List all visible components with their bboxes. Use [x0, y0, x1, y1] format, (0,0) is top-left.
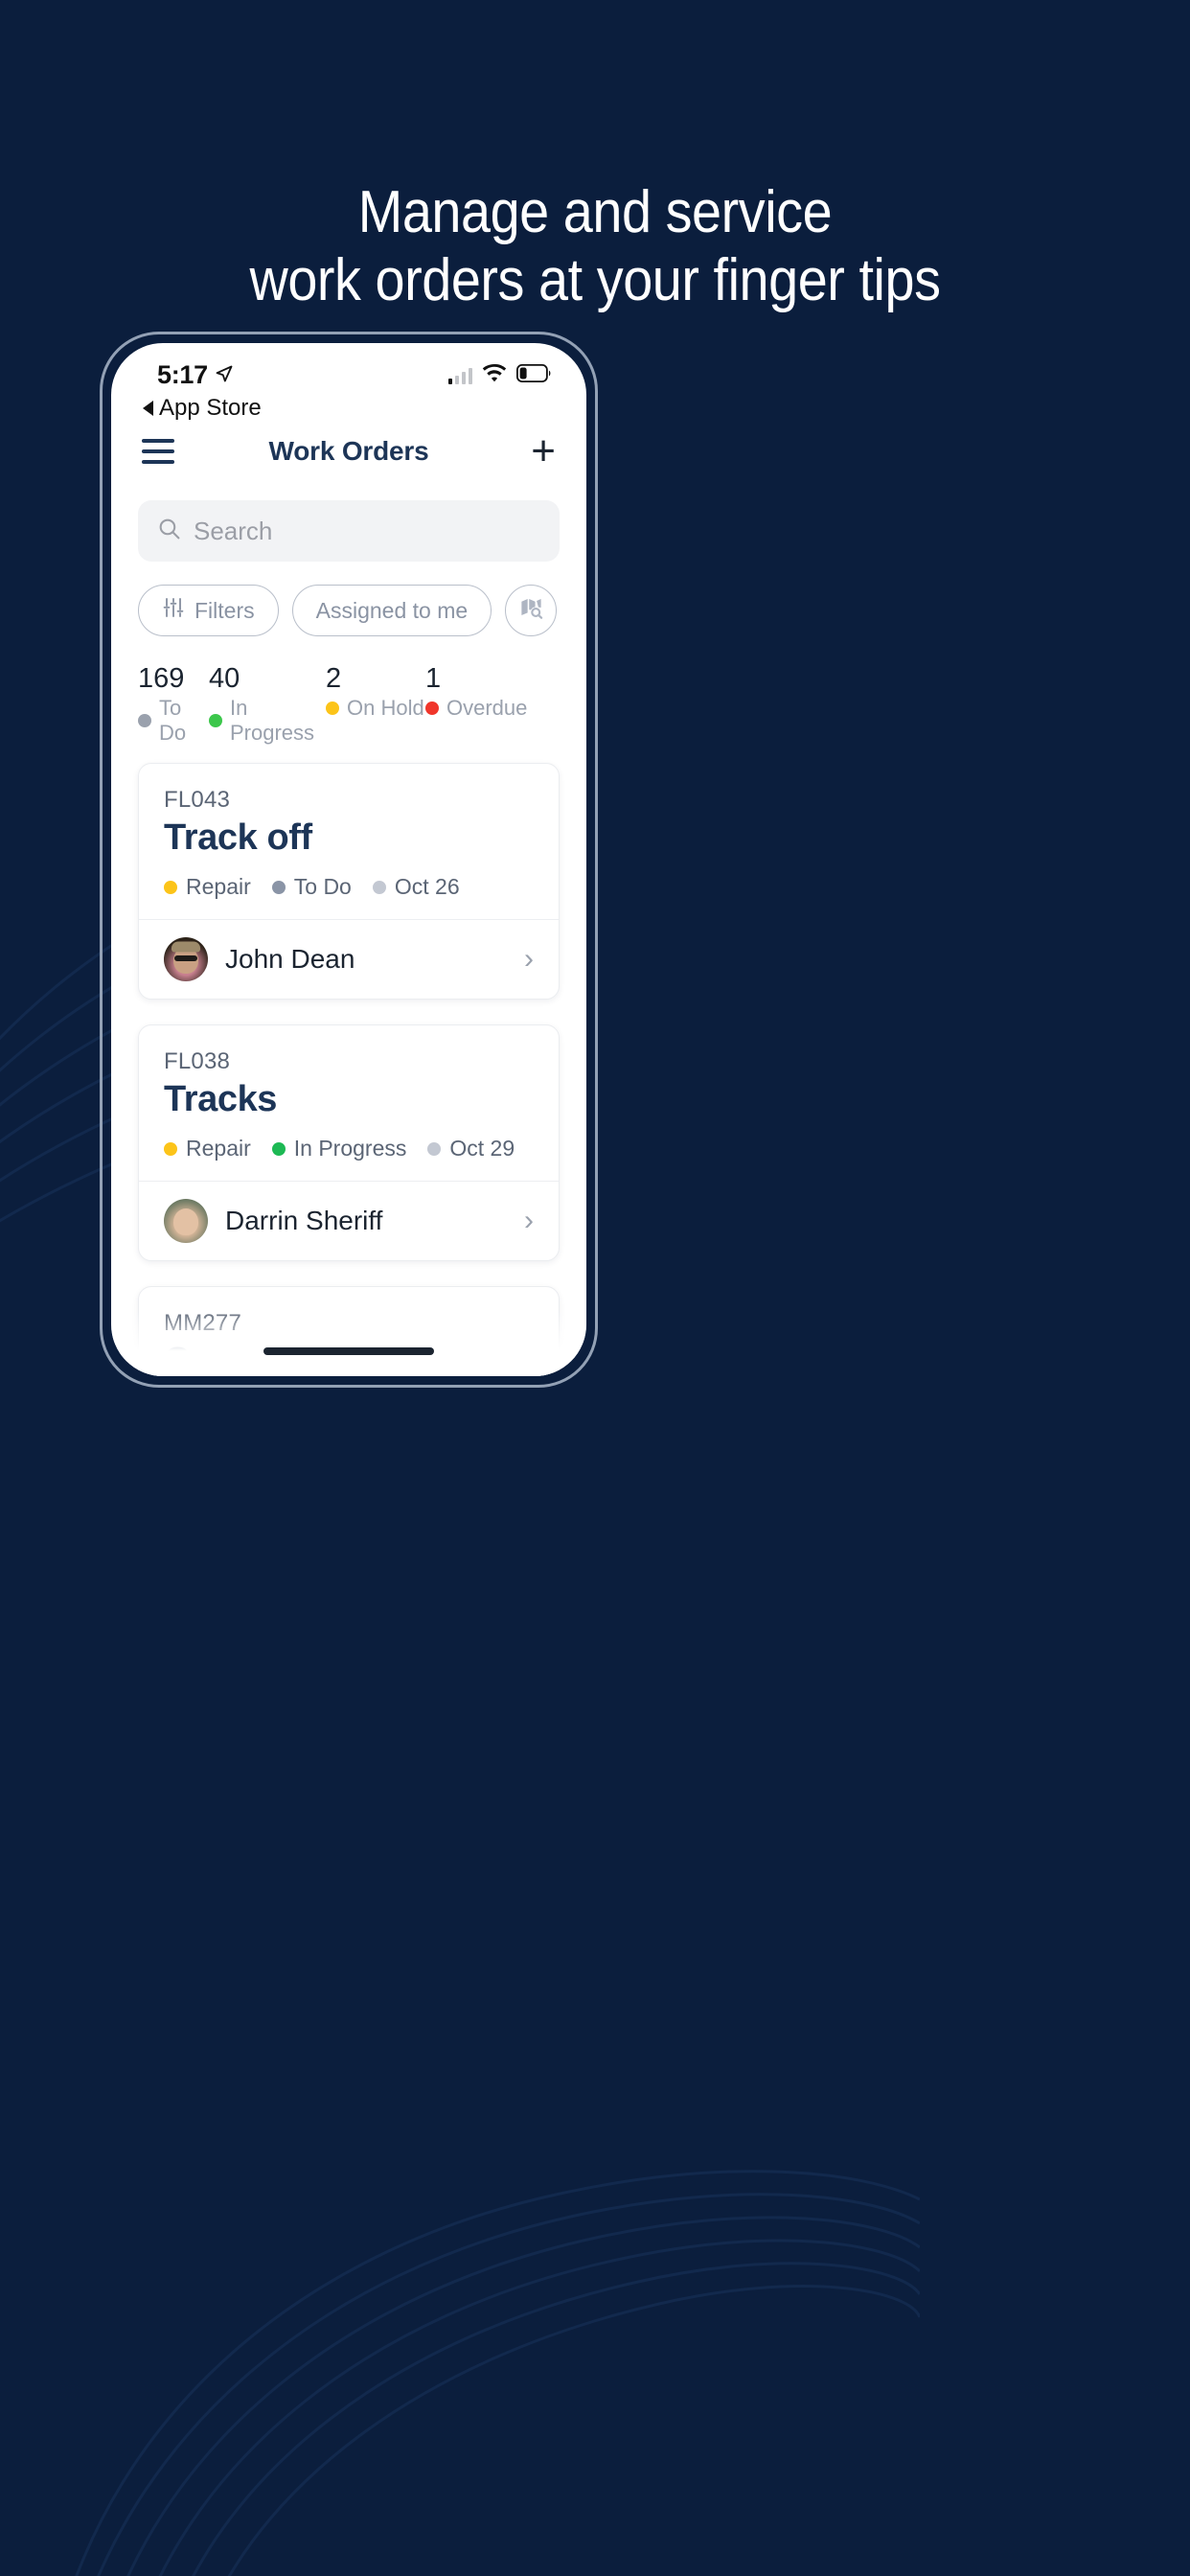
stat-in-progress-label-group: In Progress [209, 696, 326, 746]
work-order-card-body: MM277 Camera Repair In Progress [139, 1287, 559, 1376]
battery-low-icon [515, 363, 552, 387]
assigned-to-me-chip[interactable]: Assigned to me [291, 585, 492, 636]
hamburger-menu-icon[interactable] [142, 439, 174, 464]
work-order-card[interactable]: MM277 Camera Repair In Progress [138, 1286, 560, 1376]
work-order-type: Repair [164, 1136, 251, 1162]
work-order-status-label: To Do [293, 874, 352, 900]
work-order-card[interactable]: FL043 Track off Repair To Do Oct 26 John… [138, 763, 560, 1000]
location-arrow-icon [215, 360, 234, 390]
headline-line-2: work orders at your finger tips [249, 247, 941, 314]
chevron-right-icon[interactable]: › [524, 1207, 534, 1235]
work-order-date: Oct 29 [427, 1136, 515, 1162]
status-bar: 5:17 App Store [111, 343, 586, 421]
sliders-icon [162, 596, 185, 625]
headline-line-1: Manage and service [357, 179, 833, 245]
page-headline: Manage and service work orders at your f… [59, 178, 1131, 315]
status-dot-in-progress [209, 714, 222, 728]
search-placeholder: Search [194, 516, 273, 545]
search-icon [157, 517, 181, 545]
stat-in-progress-count: 40 [209, 663, 240, 694]
page-title: Work Orders [268, 436, 429, 466]
work-order-title: Track off [164, 817, 312, 859]
filters-chip-label: Filters [195, 597, 255, 623]
stat-on-hold-label: On Hold [347, 696, 424, 721]
stat-overdue[interactable]: 1 Overdue [425, 661, 527, 746]
work-order-title: Tracks [164, 1079, 278, 1120]
work-order-type: Repair [164, 874, 251, 900]
avatar [164, 937, 208, 982]
work-order-card-body: FL043 Track off Repair To Do Oct 26 [139, 764, 559, 919]
work-order-meta: Repair To Do Oct 26 [164, 874, 534, 900]
wrench-badge-icon [164, 880, 177, 894]
stat-in-progress[interactable]: 40 In Progress [209, 661, 326, 746]
work-order-date-label: Oct 29 [449, 1136, 515, 1162]
clock-icon [427, 1141, 442, 1156]
work-order-card-body: FL038 Tracks Repair In Progress Oct 29 [139, 1025, 559, 1181]
work-order-date-label: Oct 26 [394, 874, 460, 900]
work-order-title: Camera [164, 1341, 296, 1376]
phone-mockup: 5:17 App Store Work Orders + Search Filt… [100, 332, 598, 1388]
cellular-signal-icon [448, 367, 472, 384]
status-bar-time: 5:17 [157, 360, 208, 389]
status-dot-overdue [425, 702, 439, 716]
stat-todo-label-group: To Do [138, 696, 209, 746]
search-input[interactable]: Search [138, 500, 560, 562]
filters-chip[interactable]: Filters [138, 585, 279, 636]
work-order-status-label: In Progress [293, 1136, 407, 1162]
stat-in-progress-label: In Progress [230, 696, 315, 746]
work-order-card[interactable]: FL038 Tracks Repair In Progress Oct 29 D… [138, 1024, 560, 1262]
stat-overdue-label: Overdue [446, 696, 528, 721]
work-order-assignee-row[interactable]: Darrin Sheriff › [139, 1181, 559, 1260]
assigned-to-me-label: Assigned to me [315, 597, 469, 623]
work-order-type-label: Repair [186, 874, 251, 900]
add-work-order-button[interactable]: + [531, 430, 556, 472]
decorative-curves-bottom [75, 2170, 920, 2576]
map-search-icon [518, 595, 544, 626]
stat-overdue-label-group: Overdue [425, 696, 527, 721]
status-dot-icon [271, 1141, 286, 1156]
assignee-name: Darrin Sheriff [225, 1206, 383, 1236]
status-dot-icon [271, 880, 286, 894]
wrench-badge-icon [164, 1141, 177, 1156]
work-order-type-label: Repair [186, 1136, 251, 1162]
work-order-meta: Repair In Progress Oct 29 [164, 1136, 534, 1162]
stat-todo-count: 169 [138, 663, 185, 694]
stat-on-hold-count: 2 [326, 663, 342, 694]
search-section: Search [111, 489, 586, 562]
app-navigation-bar: Work Orders + [111, 414, 586, 489]
map-view-button[interactable] [505, 585, 558, 636]
stat-on-hold-label-group: On Hold [326, 696, 425, 721]
work-order-date: Oct 26 [372, 874, 460, 900]
work-order-code: MM277 [164, 1310, 242, 1337]
status-dot-todo [138, 714, 151, 728]
clock-icon [372, 880, 386, 894]
filter-chip-row: Filters Assigned to me [111, 562, 586, 636]
stat-on-hold[interactable]: 2 On Hold [326, 661, 425, 746]
home-indicator [263, 1347, 434, 1355]
work-order-status: In Progress [271, 1136, 407, 1162]
stat-todo-label: To Do [159, 696, 187, 746]
work-order-list: FL043 Track off Repair To Do Oct 26 John… [111, 746, 586, 1376]
status-bar-time-group: 5:17 [157, 360, 234, 390]
status-bar-indicators [448, 363, 552, 387]
avatar [164, 1199, 208, 1244]
assignee-name: John Dean [225, 944, 355, 975]
work-order-assignee-row[interactable]: John Dean › [139, 919, 559, 999]
work-order-code: FL038 [164, 1048, 231, 1075]
status-dot-on-hold [326, 702, 339, 716]
stat-todo[interactable]: 169 To Do [138, 661, 209, 746]
work-order-code: FL043 [164, 787, 231, 814]
wifi-icon [482, 363, 507, 387]
chevron-right-icon[interactable]: › [524, 945, 534, 974]
status-summary-row: 169 To Do 40 In Progress 2 On Hold 1 Ove… [111, 636, 586, 746]
stat-overdue-count: 1 [425, 663, 442, 694]
phone-screen: 5:17 App Store Work Orders + Search Filt… [111, 343, 586, 1376]
work-order-status: To Do [271, 874, 352, 900]
